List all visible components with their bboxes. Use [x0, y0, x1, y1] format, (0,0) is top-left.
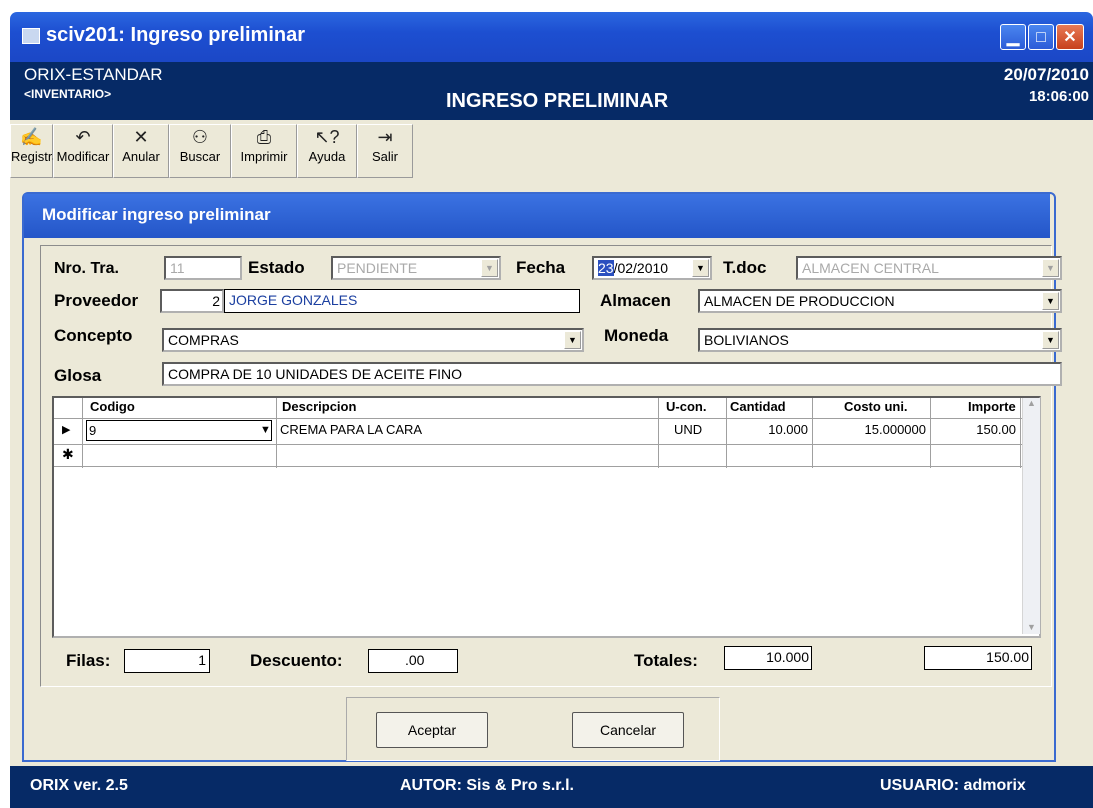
col-header-descripcion[interactable]: Descripcion: [282, 398, 356, 416]
new-row-asterisk-icon: ✱: [62, 446, 74, 462]
x-icon: ✕: [133, 127, 149, 147]
close-button[interactable]: ✕: [1056, 24, 1084, 50]
fecha-label: Fecha: [516, 258, 566, 277]
window-title: sciv201: Ingreso preliminar: [46, 24, 306, 46]
current-row-indicator-icon: ▶: [62, 424, 71, 436]
grid-line: [276, 398, 277, 468]
grid-line: [812, 398, 813, 468]
status-bar: ORIX ver. 2.5 AUTOR: Sis & Pro s.r.l. US…: [10, 766, 1093, 808]
chevron-down-icon[interactable]: ▼: [260, 420, 271, 440]
moneda-select[interactable]: BOLIVIANOS ▼: [698, 328, 1062, 352]
panel-header: Modificar ingreso preliminar: [24, 194, 1050, 238]
filas-label: Filas:: [66, 651, 111, 670]
module-name: <INVENTARIO>: [24, 87, 112, 101]
estado-label: Estado: [248, 258, 305, 277]
header-date: 20/07/2010: [1003, 65, 1089, 84]
fecha-field[interactable]: 23/02/2010 ▼: [592, 256, 712, 280]
chevron-down-icon[interactable]: ▼: [1042, 259, 1059, 277]
glosa-label: Glosa: [54, 366, 102, 385]
anular-button[interactable]: ✕ Anular: [113, 124, 169, 178]
importe-cell[interactable]: 150.00: [934, 420, 1016, 440]
chevron-down-icon[interactable]: ▼: [481, 259, 498, 277]
undo-icon: ↶: [75, 127, 91, 147]
registrar-button[interactable]: ✍ Registrar: [10, 124, 64, 178]
costo-cell[interactable]: 15.000000: [816, 420, 926, 440]
salir-button[interactable]: ⇥ Salir: [357, 124, 413, 178]
scroll-down-icon[interactable]: ▼: [1023, 622, 1040, 632]
grid-scrollbar[interactable]: ▲ ▼: [1022, 398, 1040, 634]
items-grid[interactable]: Codigo Descripcion U-con. Cantidad Costo…: [52, 396, 1041, 638]
version-label: ORIX ver. 2.5: [30, 777, 128, 794]
total-cantidad-field: 10.000: [724, 646, 812, 670]
chevron-down-icon[interactable]: ▼: [692, 259, 709, 277]
minimize-icon: ▁: [1006, 29, 1020, 46]
chevron-down-icon[interactable]: ▼: [1042, 331, 1059, 349]
imprimir-button[interactable]: ⎙ Imprimir: [231, 124, 297, 178]
maximize-button[interactable]: □: [1028, 24, 1054, 50]
chevron-down-icon[interactable]: ▼: [1042, 292, 1059, 310]
screen-title: INGRESO PRELIMINAR: [446, 90, 669, 112]
glosa-field[interactable]: COMPRA DE 10 UNIDADES DE ACEITE FINO: [162, 362, 1062, 386]
moneda-label: Moneda: [604, 326, 669, 345]
binoculars-icon: ⚇: [191, 127, 209, 147]
grid-line: [930, 398, 931, 468]
register-icon: ✍: [20, 127, 43, 147]
descuento-label: Descuento:: [250, 651, 343, 670]
descuento-field[interactable]: .00: [368, 649, 458, 673]
descripcion-cell[interactable]: CREMA PARA LA CARA: [280, 420, 422, 440]
chevron-down-icon[interactable]: ▼: [564, 331, 581, 349]
concepto-label: Concepto: [54, 326, 133, 345]
codigo-cell[interactable]: 9: [86, 420, 272, 441]
exit-door-icon: ⇥: [377, 127, 393, 147]
author-label: AUTOR: Sis & Pro s.r.l.: [400, 777, 574, 794]
filas-field: 1: [124, 649, 210, 673]
aceptar-button[interactable]: Aceptar: [376, 712, 488, 748]
maximize-icon: □: [1036, 29, 1046, 46]
app-header: ORIX-ESTANDAR <INVENTARIO> INGRESO PRELI…: [10, 62, 1093, 120]
panel-title: Modificar ingreso preliminar: [42, 205, 271, 224]
ucon-cell[interactable]: UND: [674, 420, 702, 440]
ayuda-button[interactable]: ↖? Ayuda: [297, 124, 357, 178]
buscar-button[interactable]: ⚇ Buscar: [169, 124, 231, 178]
col-header-costo[interactable]: Costo uni.: [844, 398, 908, 416]
help-icon: ↖?: [314, 127, 340, 147]
col-header-codigo[interactable]: Codigo: [90, 398, 135, 416]
grid-line: [726, 398, 727, 468]
user-label: USUARIO: admorix: [880, 777, 1026, 794]
company-name: ORIX-ESTANDAR: [24, 65, 163, 84]
nro-tra-label: Nro. Tra.: [54, 260, 119, 277]
grid-line: [54, 466, 1022, 467]
minimize-button[interactable]: ▁: [1000, 24, 1026, 50]
scroll-up-icon[interactable]: ▲: [1023, 398, 1040, 408]
col-header-ucon[interactable]: U-con.: [666, 398, 706, 416]
window-title-bar[interactable]: sciv201: Ingreso preliminar ▁ □ ✕: [10, 12, 1093, 62]
col-header-cantidad[interactable]: Cantidad: [730, 398, 786, 416]
cancelar-button[interactable]: Cancelar: [572, 712, 684, 748]
printer-icon: ⎙: [256, 127, 272, 147]
grid-line: [658, 398, 659, 468]
estado-select[interactable]: PENDIENTE ▼: [331, 256, 501, 280]
cantidad-cell[interactable]: 10.000: [730, 420, 808, 440]
almacen-label: Almacen: [600, 291, 671, 310]
tdoc-label: T.doc: [723, 258, 767, 277]
grid-line: [1020, 398, 1021, 468]
grid-line: [54, 444, 1022, 445]
almacen-select[interactable]: ALMACEN DE PRODUCCION ▼: [698, 289, 1062, 313]
proveedor-code-field[interactable]: 2: [160, 289, 224, 313]
toolbar: ✍ Registrar ↶ Modificar ✕ Anular ⚇ Busca…: [10, 120, 1093, 182]
total-importe-field: 150.00: [924, 646, 1032, 670]
col-header-importe[interactable]: Importe: [968, 398, 1016, 416]
totales-label: Totales:: [634, 651, 698, 670]
app-icon: [22, 28, 40, 44]
nro-tra-field[interactable]: 11: [164, 256, 242, 280]
concepto-select[interactable]: COMPRAS ▼: [162, 328, 584, 352]
header-time: 18:06:00: [1028, 88, 1089, 105]
proveedor-label: Proveedor: [54, 291, 139, 310]
grid-line: [54, 418, 1022, 419]
tdoc-select[interactable]: ALMACEN CENTRAL ▼: [796, 256, 1062, 280]
modificar-button[interactable]: ↶ Modificar: [53, 124, 113, 178]
grid-line: [82, 398, 83, 468]
proveedor-name-field[interactable]: JORGE GONZALES: [224, 289, 580, 313]
close-icon: ✕: [1063, 29, 1077, 46]
